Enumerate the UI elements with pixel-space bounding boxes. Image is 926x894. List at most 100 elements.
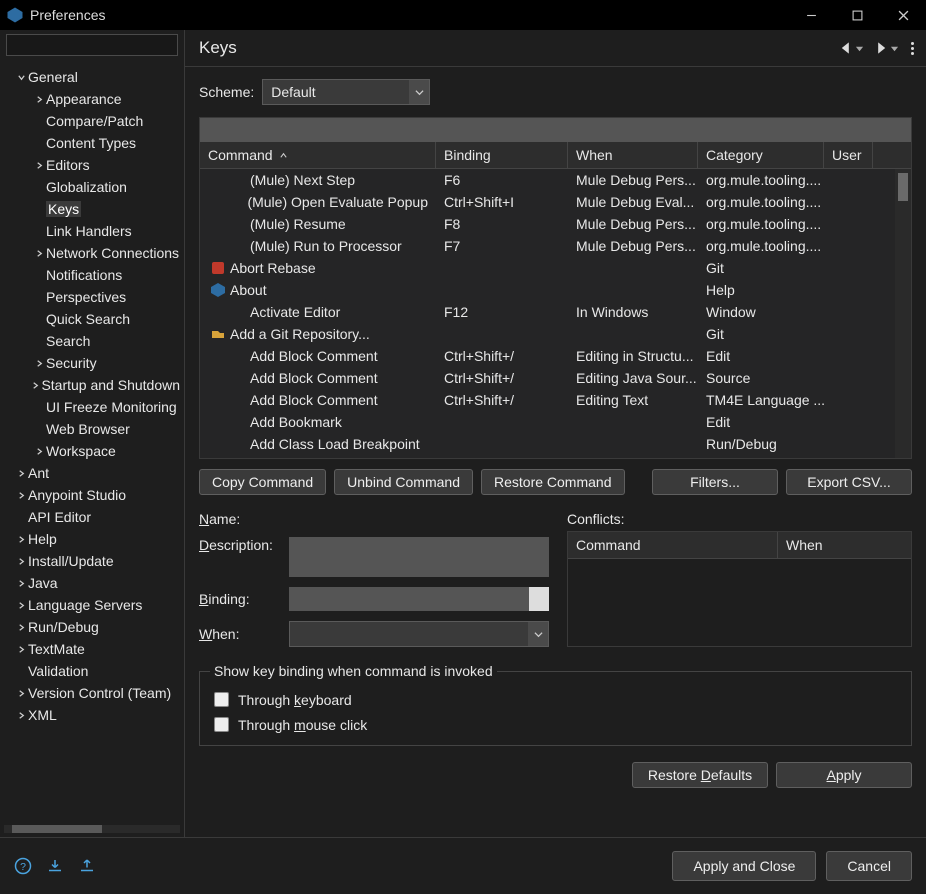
tree-item[interactable]: Java bbox=[0, 572, 184, 594]
apply-and-close-button[interactable]: Apply and Close bbox=[672, 851, 816, 881]
table-row[interactable]: (Mule) Run to ProcessorF7Mule Debug Pers… bbox=[200, 235, 911, 257]
conflicts-col-when[interactable]: When bbox=[778, 532, 911, 558]
minimize-button[interactable] bbox=[788, 0, 834, 30]
tree-item[interactable]: Globalization bbox=[0, 176, 184, 198]
table-row[interactable]: (Mule) ResumeF8Mule Debug Pers...org.mul… bbox=[200, 213, 911, 235]
table-row[interactable]: Add Block CommentCtrl+Shift+/Editing Tex… bbox=[200, 389, 911, 411]
close-button[interactable] bbox=[880, 0, 926, 30]
tree-item[interactable]: Quick Search bbox=[0, 308, 184, 330]
cancel-button[interactable]: Cancel bbox=[826, 851, 912, 881]
filter-input[interactable] bbox=[6, 34, 178, 56]
tree-item[interactable]: Network Connections bbox=[0, 242, 184, 264]
chevron-right-icon[interactable] bbox=[14, 623, 28, 632]
description-field[interactable] bbox=[289, 537, 549, 577]
tree-item[interactable]: Help bbox=[0, 528, 184, 550]
table-row[interactable]: Add Block CommentCtrl+Shift+/Editing Jav… bbox=[200, 367, 911, 389]
table-row[interactable]: Add BookmarkEdit bbox=[200, 411, 911, 433]
chevron-down-icon bbox=[855, 40, 864, 56]
chevron-right-icon[interactable] bbox=[14, 645, 28, 654]
tree-item[interactable]: Startup and Shutdown bbox=[0, 374, 184, 396]
restore-defaults-button[interactable]: Restore Defaults bbox=[632, 762, 768, 788]
chevron-right-icon[interactable] bbox=[14, 469, 28, 478]
tree-item[interactable]: API Editor bbox=[0, 506, 184, 528]
table-row[interactable]: AboutHelp bbox=[200, 279, 911, 301]
scheme-select[interactable]: Default bbox=[262, 79, 430, 105]
column-category[interactable]: Category bbox=[698, 142, 824, 168]
tree-item[interactable]: Workspace bbox=[0, 440, 184, 462]
tree-item[interactable]: Link Handlers bbox=[0, 220, 184, 242]
tree-item[interactable]: Notifications bbox=[0, 264, 184, 286]
chevron-right-icon[interactable] bbox=[14, 711, 28, 720]
sidebar-scrollbar[interactable] bbox=[0, 821, 184, 837]
binding-clear-button[interactable] bbox=[529, 587, 549, 611]
tree-item[interactable]: TextMate bbox=[0, 638, 184, 660]
chevron-right-icon[interactable] bbox=[29, 381, 42, 390]
chevron-right-icon[interactable] bbox=[14, 689, 28, 698]
tree-item[interactable]: Validation bbox=[0, 660, 184, 682]
tree-item[interactable]: Run/Debug bbox=[0, 616, 184, 638]
tree-item[interactable]: Anypoint Studio bbox=[0, 484, 184, 506]
page-menu[interactable] bbox=[909, 40, 916, 57]
tree-item[interactable]: Keys bbox=[0, 198, 184, 220]
tree-item[interactable]: Ant bbox=[0, 462, 184, 484]
chevron-right-icon[interactable] bbox=[14, 601, 28, 610]
binding-input[interactable] bbox=[289, 587, 529, 611]
through-mouse-checkbox[interactable] bbox=[214, 717, 229, 732]
category-tree[interactable]: GeneralAppearanceCompare/PatchContent Ty… bbox=[0, 62, 184, 821]
column-user[interactable]: User bbox=[824, 142, 873, 168]
chevron-down-icon[interactable] bbox=[14, 73, 28, 82]
history-back[interactable] bbox=[839, 40, 864, 56]
chevron-right-icon[interactable] bbox=[14, 557, 28, 566]
chevron-right-icon[interactable] bbox=[32, 161, 46, 170]
tree-item[interactable]: Compare/Patch bbox=[0, 110, 184, 132]
chevron-right-icon[interactable] bbox=[32, 447, 46, 456]
table-row[interactable]: Add Block CommentCtrl+Shift+/Editing in … bbox=[200, 345, 911, 367]
chevron-right-icon[interactable] bbox=[32, 249, 46, 258]
chevron-right-icon[interactable] bbox=[32, 95, 46, 104]
through-keyboard-checkbox[interactable] bbox=[214, 692, 229, 707]
tree-item[interactable]: General bbox=[0, 66, 184, 88]
table-filter-bar[interactable] bbox=[200, 118, 911, 142]
tree-item[interactable]: Language Servers bbox=[0, 594, 184, 616]
conflicts-col-command[interactable]: Command bbox=[568, 532, 778, 558]
tree-item[interactable]: Version Control (Team) bbox=[0, 682, 184, 704]
filters-button[interactable]: Filters... bbox=[652, 469, 778, 495]
table-row[interactable]: Add a Git Repository...Git bbox=[200, 323, 911, 345]
chevron-right-icon[interactable] bbox=[14, 491, 28, 500]
chevron-right-icon[interactable] bbox=[14, 579, 28, 588]
table-body[interactable]: (Mule) Next StepF6Mule Debug Pers...org.… bbox=[200, 169, 911, 458]
restore-command-button[interactable]: Restore Command bbox=[481, 469, 625, 495]
chevron-right-icon[interactable] bbox=[14, 535, 28, 544]
export-icon[interactable] bbox=[78, 857, 96, 875]
tree-item[interactable]: UI Freeze Monitoring bbox=[0, 396, 184, 418]
import-icon[interactable] bbox=[46, 857, 64, 875]
tree-item[interactable]: Search bbox=[0, 330, 184, 352]
tree-item[interactable]: Security bbox=[0, 352, 184, 374]
export-csv-button[interactable]: Export CSV... bbox=[786, 469, 912, 495]
table-scrollbar[interactable] bbox=[895, 169, 911, 458]
blank-icon bbox=[230, 194, 243, 210]
copy-command-button[interactable]: Copy Command bbox=[199, 469, 326, 495]
tree-item[interactable]: Content Types bbox=[0, 132, 184, 154]
help-icon[interactable]: ? bbox=[14, 857, 32, 875]
table-row[interactable]: Abort RebaseGit bbox=[200, 257, 911, 279]
unbind-command-button[interactable]: Unbind Command bbox=[334, 469, 473, 495]
tree-item[interactable]: Install/Update bbox=[0, 550, 184, 572]
column-command[interactable]: Command bbox=[200, 142, 436, 168]
tree-item[interactable]: Web Browser bbox=[0, 418, 184, 440]
table-row[interactable]: (Mule) Open Evaluate PopupCtrl+Shift+IMu… bbox=[200, 191, 911, 213]
tree-item[interactable]: Appearance bbox=[0, 88, 184, 110]
chevron-right-icon[interactable] bbox=[32, 359, 46, 368]
when-select[interactable] bbox=[289, 621, 549, 647]
column-when[interactable]: When bbox=[568, 142, 698, 168]
table-row[interactable]: Add Class Load BreakpointRun/Debug bbox=[200, 433, 911, 455]
table-row[interactable]: (Mule) Next StepF6Mule Debug Pers...org.… bbox=[200, 169, 911, 191]
tree-item[interactable]: XML bbox=[0, 704, 184, 726]
history-forward[interactable] bbox=[874, 40, 899, 56]
table-row[interactable]: Activate EditorF12In WindowsWindow bbox=[200, 301, 911, 323]
tree-item[interactable]: Perspectives bbox=[0, 286, 184, 308]
maximize-button[interactable] bbox=[834, 0, 880, 30]
column-binding[interactable]: Binding bbox=[436, 142, 568, 168]
apply-button[interactable]: Apply bbox=[776, 762, 912, 788]
tree-item[interactable]: Editors bbox=[0, 154, 184, 176]
